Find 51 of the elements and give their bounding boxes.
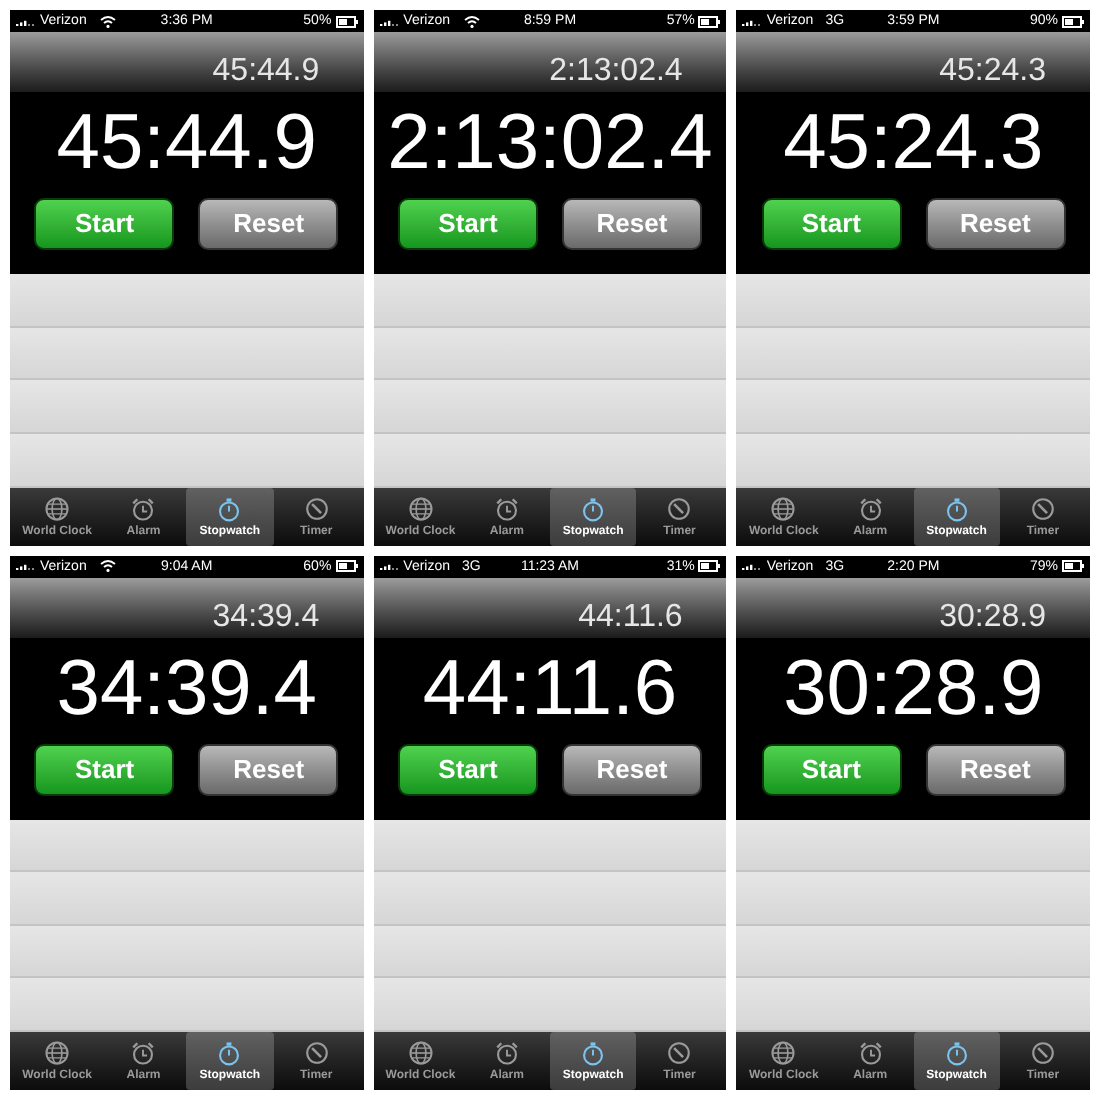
- reset-button[interactable]: Reset: [198, 198, 339, 250]
- timer-icon: [1029, 1040, 1056, 1066]
- lap-time: 34:39.4: [212, 601, 320, 633]
- stopwatch-icon: [943, 495, 970, 521]
- battery-icon: [698, 560, 721, 572]
- stopwatch-time: 44:11.6: [422, 645, 678, 733]
- lap-time: 45:44.9: [212, 56, 320, 88]
- alarm-clock-icon: [857, 1040, 884, 1066]
- battery-icon: [335, 15, 358, 27]
- wifi-icon: [100, 560, 117, 572]
- lap-time: 44:11.6: [578, 601, 683, 633]
- alarm-clock-icon: [493, 495, 520, 521]
- globe-icon: [44, 1040, 71, 1066]
- stopwatch-time: 34:39.4: [56, 645, 317, 733]
- reset-button[interactable]: Reset: [925, 743, 1066, 795]
- stopwatch-icon: [580, 1040, 607, 1066]
- battery-icon: [1062, 15, 1084, 27]
- reset-button[interactable]: Reset: [198, 743, 339, 795]
- stopwatch-time: 30:28.9: [783, 645, 1044, 733]
- timer-icon: [1029, 495, 1056, 521]
- timer-icon: [303, 495, 330, 521]
- globe-icon: [770, 495, 797, 521]
- timer-icon: [666, 495, 693, 521]
- timer-icon: [666, 1040, 693, 1066]
- lap-time: 30:28.9: [939, 601, 1046, 633]
- reset-button[interactable]: Reset: [925, 198, 1066, 250]
- alarm-clock-icon: [130, 1040, 157, 1066]
- stopwatch-time: 45:44.9: [56, 100, 317, 188]
- reset-button[interactable]: Reset: [561, 198, 702, 250]
- lap-time: 45:24.3: [939, 56, 1046, 88]
- reset-button[interactable]: Reset: [561, 743, 702, 795]
- globe-icon: [770, 1040, 797, 1066]
- stopwatch-time: 45:24.3: [783, 100, 1044, 188]
- stopwatch-icon: [580, 495, 607, 521]
- alarm-clock-icon: [493, 1040, 520, 1066]
- wifi-icon: [100, 15, 117, 27]
- globe-icon: [407, 1040, 434, 1066]
- alarm-clock-icon: [130, 495, 157, 521]
- stopwatch-icon: [943, 1040, 970, 1066]
- globe-icon: [407, 495, 434, 521]
- stopwatch-time: 2:13:02.4: [387, 100, 713, 188]
- battery-icon: [335, 560, 358, 572]
- battery-icon: [698, 15, 721, 27]
- lap-time: 2:13:02.4: [549, 56, 683, 88]
- battery-icon: [1062, 560, 1084, 572]
- stopwatch-icon: [216, 1040, 243, 1066]
- timer-icon: [303, 1040, 330, 1066]
- alarm-clock-icon: [857, 495, 884, 521]
- globe-icon: [44, 495, 71, 521]
- stopwatch-icon: [216, 495, 243, 521]
- wifi-icon: [464, 15, 481, 27]
